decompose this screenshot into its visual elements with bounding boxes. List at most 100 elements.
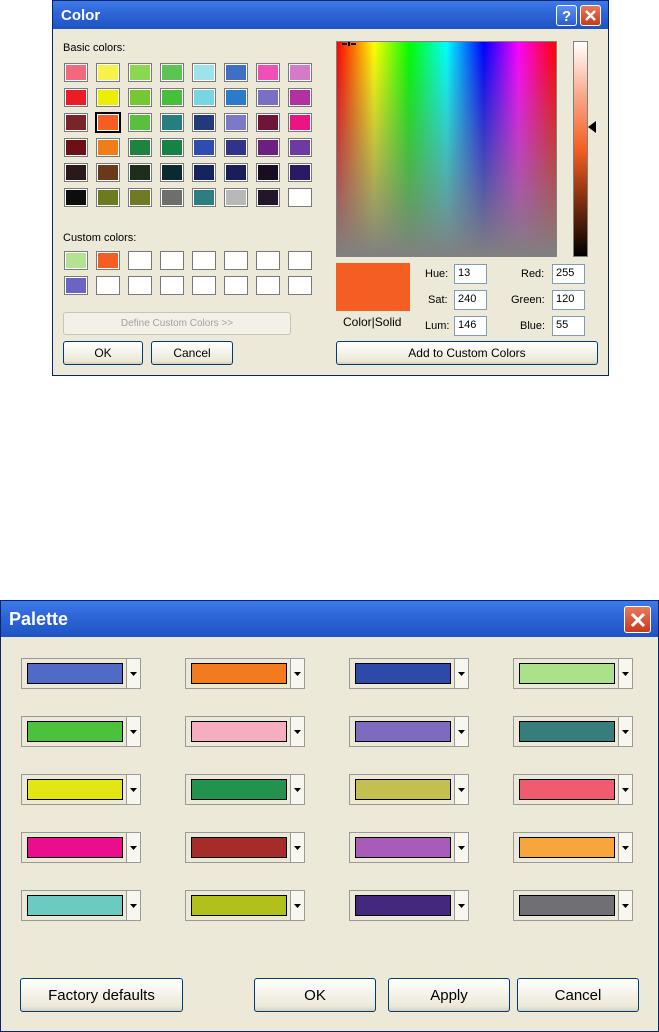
basic-color-swatch[interactable] [256, 188, 280, 207]
basic-color-swatch[interactable] [128, 63, 152, 82]
custom-color-swatch[interactable] [224, 251, 248, 270]
dropdown-arrow-icon[interactable] [454, 833, 468, 862]
palette-color-picker[interactable] [349, 832, 469, 863]
custom-color-swatch[interactable] [288, 251, 312, 270]
dropdown-arrow-icon[interactable] [126, 775, 140, 804]
custom-color-swatch[interactable] [96, 251, 120, 270]
dropdown-arrow-icon[interactable] [618, 775, 632, 804]
basic-color-swatch[interactable] [96, 63, 120, 82]
blue-field[interactable]: 55 [552, 316, 585, 336]
basic-color-swatch[interactable] [64, 88, 88, 107]
custom-color-swatch[interactable] [128, 276, 152, 295]
palette-color-picker[interactable] [21, 774, 141, 805]
palette-color-picker[interactable] [513, 716, 633, 747]
palette-color-picker[interactable] [513, 658, 633, 689]
dropdown-arrow-icon[interactable] [126, 717, 140, 746]
basic-color-swatch[interactable] [192, 63, 216, 82]
custom-color-swatch[interactable] [256, 276, 280, 295]
dropdown-arrow-icon[interactable] [618, 891, 632, 920]
custom-color-swatch[interactable] [128, 251, 152, 270]
palette-color-picker[interactable] [513, 890, 633, 921]
cancel-button[interactable]: Cancel [151, 341, 233, 365]
dropdown-arrow-icon[interactable] [618, 833, 632, 862]
dropdown-arrow-icon[interactable] [454, 891, 468, 920]
palette-color-picker[interactable] [185, 774, 305, 805]
custom-color-swatch[interactable] [288, 276, 312, 295]
basic-color-swatch[interactable] [192, 188, 216, 207]
cancel-button[interactable]: Cancel [517, 978, 639, 1012]
dropdown-arrow-icon[interactable] [290, 659, 304, 688]
palette-color-picker[interactable] [21, 658, 141, 689]
basic-color-swatch[interactable] [64, 188, 88, 207]
basic-color-swatch[interactable] [96, 88, 120, 107]
basic-color-swatch[interactable] [288, 188, 312, 207]
palette-color-picker[interactable] [349, 774, 469, 805]
palette-color-picker[interactable] [349, 890, 469, 921]
palette-color-picker[interactable] [185, 890, 305, 921]
basic-color-swatch[interactable] [224, 188, 248, 207]
dropdown-arrow-icon[interactable] [454, 659, 468, 688]
basic-color-swatch[interactable] [192, 88, 216, 107]
palette-dialog-titlebar[interactable]: Palette [1, 601, 658, 637]
basic-color-swatch[interactable] [288, 163, 312, 182]
basic-color-swatch[interactable] [256, 113, 280, 132]
close-icon[interactable] [580, 5, 601, 26]
basic-color-swatch[interactable] [128, 138, 152, 157]
basic-color-swatch[interactable] [64, 113, 88, 132]
palette-color-picker[interactable] [21, 890, 141, 921]
basic-color-swatch[interactable] [288, 138, 312, 157]
green-field[interactable]: 120 [552, 290, 585, 310]
basic-color-swatch[interactable] [95, 112, 121, 133]
custom-color-swatch[interactable] [64, 251, 88, 270]
basic-color-swatch[interactable] [224, 138, 248, 157]
palette-color-picker[interactable] [185, 716, 305, 747]
triangle-left-icon[interactable] [588, 120, 596, 133]
dropdown-arrow-icon[interactable] [126, 833, 140, 862]
basic-color-swatch[interactable] [128, 188, 152, 207]
ok-button[interactable]: OK [254, 978, 376, 1012]
palette-color-picker[interactable] [513, 774, 633, 805]
basic-color-swatch[interactable] [192, 138, 216, 157]
factory-defaults-button[interactable]: Factory defaults [20, 978, 183, 1012]
basic-color-swatch[interactable] [256, 163, 280, 182]
custom-color-swatch[interactable] [192, 251, 216, 270]
close-icon[interactable] [624, 606, 651, 633]
dropdown-arrow-icon[interactable] [290, 775, 304, 804]
dropdown-arrow-icon[interactable] [290, 891, 304, 920]
basic-color-swatch[interactable] [160, 188, 184, 207]
ok-button[interactable]: OK [63, 341, 143, 365]
basic-color-swatch[interactable] [64, 138, 88, 157]
basic-color-swatch[interactable] [288, 88, 312, 107]
basic-color-swatch[interactable] [224, 113, 248, 132]
basic-color-swatch[interactable] [128, 163, 152, 182]
dropdown-arrow-icon[interactable] [290, 717, 304, 746]
hue-field[interactable]: 13 [454, 264, 487, 284]
basic-color-swatch[interactable] [160, 113, 184, 132]
basic-color-swatch[interactable] [288, 113, 312, 132]
palette-color-picker[interactable] [349, 658, 469, 689]
dropdown-arrow-icon[interactable] [126, 659, 140, 688]
basic-color-swatch[interactable] [64, 63, 88, 82]
palette-color-picker[interactable] [349, 716, 469, 747]
custom-color-swatch[interactable] [64, 276, 88, 295]
palette-color-picker[interactable] [21, 716, 141, 747]
palette-color-picker[interactable] [185, 832, 305, 863]
sat-field[interactable]: 240 [454, 290, 487, 310]
basic-color-swatch[interactable] [192, 163, 216, 182]
basic-color-swatch[interactable] [96, 138, 120, 157]
basic-color-swatch[interactable] [96, 188, 120, 207]
dropdown-arrow-icon[interactable] [618, 717, 632, 746]
help-icon[interactable]: ? [556, 5, 577, 26]
palette-color-picker[interactable] [185, 658, 305, 689]
custom-color-swatch[interactable] [96, 276, 120, 295]
palette-color-picker[interactable] [21, 832, 141, 863]
basic-color-swatch[interactable] [96, 163, 120, 182]
color-spectrum[interactable] [336, 41, 557, 257]
custom-color-swatch[interactable] [192, 276, 216, 295]
luminance-bar[interactable] [573, 41, 588, 257]
basic-color-swatch[interactable] [128, 88, 152, 107]
custom-color-swatch[interactable] [160, 276, 184, 295]
basic-color-swatch[interactable] [64, 163, 88, 182]
dropdown-arrow-icon[interactable] [126, 891, 140, 920]
basic-color-swatch[interactable] [288, 63, 312, 82]
